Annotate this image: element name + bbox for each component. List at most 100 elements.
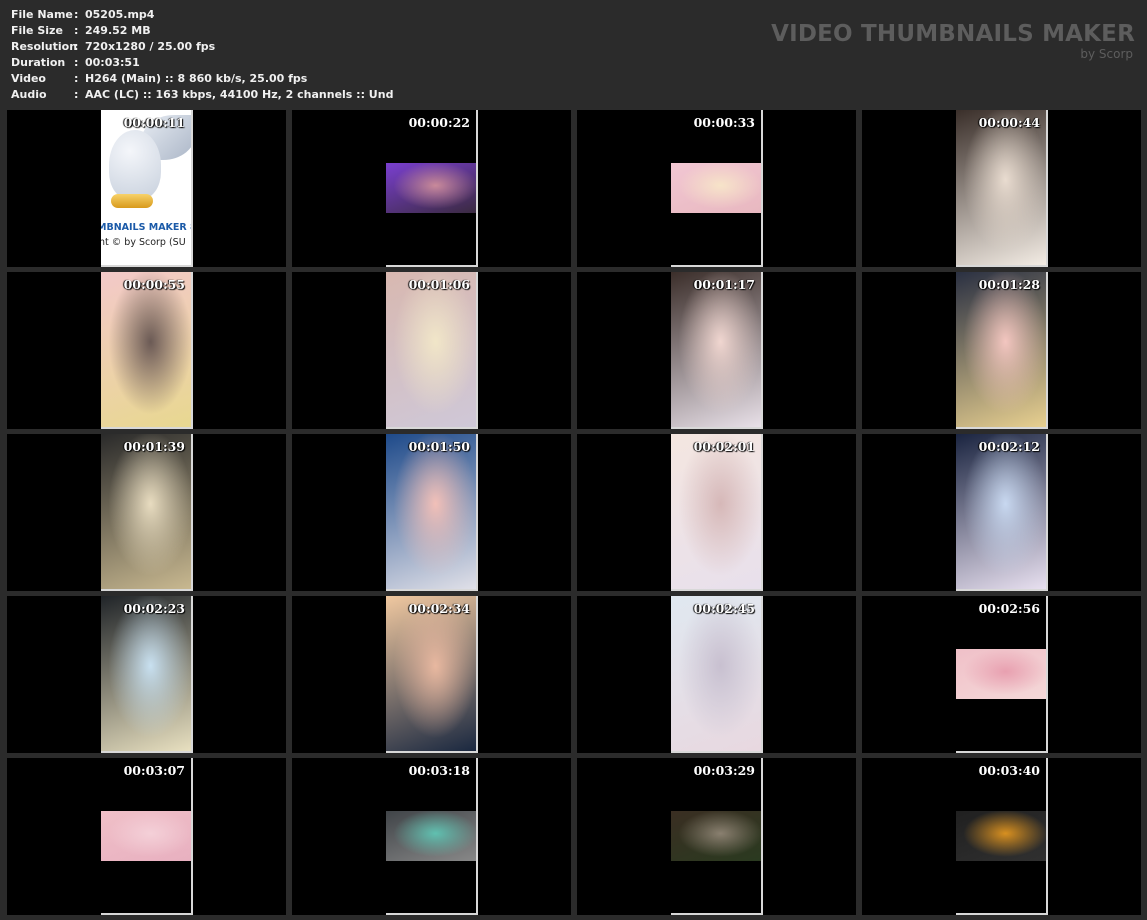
timestamp: 00:02:56 — [978, 601, 1040, 616]
timestamp: 00:00:33 — [693, 115, 755, 130]
header: File Name:05205.mp4 File Size:249.52 MB Re… — [0, 0, 1147, 107]
timestamp: 00:02:23 — [123, 601, 185, 616]
thumbnail: 00:02:45 — [671, 596, 763, 753]
video-frame — [956, 434, 1046, 589]
video-frame — [956, 649, 1046, 699]
thumbnail-cell: 00:02:01 — [577, 434, 856, 591]
thumbnail: 00:01:06 — [386, 272, 478, 429]
info-row: File Size:249.52 MB — [11, 23, 393, 39]
thumbnail-cell: 00:02:56 — [862, 596, 1141, 753]
timestamp: 00:01:28 — [978, 277, 1040, 292]
thumbnail-cell: 00:01:28 — [862, 272, 1141, 429]
video-frame — [386, 272, 476, 427]
info-row: Video: H264 (Main) :: 8 860 kb/s, 25.00 f… — [11, 71, 393, 87]
info-separator: : — [74, 24, 79, 37]
info-value: 05205.mp4 — [85, 8, 155, 21]
info-key: Video — [11, 72, 46, 85]
logo: VIDEO THUMBNAILS MAKER by Scorp — [771, 20, 1135, 60]
info-key: Duration — [11, 56, 66, 69]
info-separator: : — [74, 56, 79, 69]
thumbnail: 00:00:22 — [386, 110, 478, 267]
thumbnail-cell: 00:00:55 — [7, 272, 286, 429]
info-row: File Name:05205.mp4 — [11, 7, 393, 23]
video-frame — [671, 596, 761, 751]
thumbnail-cell: 00:00:33 — [577, 110, 856, 267]
thumbnail: 00:00:33 — [671, 110, 763, 267]
video-frame — [101, 272, 191, 427]
timestamp: 00:03:18 — [408, 763, 470, 778]
info-row: Audio: AAC (LC) :: 163 kbps, 44100 Hz, 2 … — [11, 87, 393, 103]
thumbnail-cell: 00:01:17 — [577, 272, 856, 429]
video-frame — [671, 272, 761, 427]
timestamp: 00:02:01 — [693, 439, 755, 454]
thumbnail-cell: 00:02:12 — [862, 434, 1141, 591]
thumbnail-cell: 00:02:23 — [7, 596, 286, 753]
video-frame — [386, 434, 476, 589]
timestamp: 00:01:06 — [408, 277, 470, 292]
video-frame — [386, 163, 476, 213]
info-value: 720x1280 / 25.00 fps — [85, 40, 216, 53]
info-row: Resolution:720x1280 / 25.00 fps — [11, 39, 393, 55]
info-key: Audio — [11, 88, 47, 101]
info-key: Resolution — [11, 40, 78, 53]
thumbnail: 00:00:44 — [956, 110, 1048, 267]
thumbnail-grid: MBNAILS MAKER 8 nt © by Scorp (SU 00:00:11… — [7, 110, 1141, 915]
video-frame — [956, 110, 1046, 265]
info-separator: : — [74, 8, 79, 21]
timestamp: 00:00:22 — [408, 115, 470, 130]
timestamp: 00:00:44 — [978, 115, 1040, 130]
info-row: Duration:00:03:51 — [11, 55, 393, 71]
owl-frame-text: MBNAILS MAKER 8 — [101, 222, 193, 233]
timestamp: 00:02:12 — [978, 439, 1040, 454]
thumbnail: MBNAILS MAKER 8 nt © by Scorp (SU 00:00:11 — [101, 110, 193, 267]
file-info: File Name:05205.mp4 File Size:249.52 MB Re… — [11, 7, 393, 103]
thumbnail-cell: 00:01:06 — [292, 272, 571, 429]
thumbnail: 00:02:12 — [956, 434, 1048, 591]
owl-frame-text: nt © by Scorp (SU — [101, 237, 186, 248]
video-frame — [671, 434, 761, 589]
thumbnail-cell: 00:02:34 — [292, 596, 571, 753]
video-frame — [671, 811, 761, 861]
logo-subtitle: by Scorp — [1080, 47, 1133, 61]
timestamp: 00:02:45 — [693, 601, 755, 616]
thumbnail: 00:03:18 — [386, 758, 478, 915]
timestamp: 00:01:17 — [693, 277, 755, 292]
video-frame — [386, 811, 476, 861]
thumbnail-cell: 00:01:39 — [7, 434, 286, 591]
thumbnail-cell: 00:03:07 — [7, 758, 286, 915]
timestamp: 00:03:40 — [978, 763, 1040, 778]
info-separator: : — [74, 88, 79, 101]
thumbnail-cell: 00:01:50 — [292, 434, 571, 591]
video-frame — [101, 596, 191, 751]
thumbnail-cell: 00:00:22 — [292, 110, 571, 267]
info-value: AAC (LC) :: 163 kbps, 44100 Hz, 2 channe… — [85, 88, 394, 101]
info-value: 00:03:51 — [85, 56, 140, 69]
info-value: 249.52 MB — [85, 24, 151, 37]
video-frame — [956, 272, 1046, 427]
thumbnail: 00:02:01 — [671, 434, 763, 591]
thumbnail-cell: 00:00:44 — [862, 110, 1141, 267]
logo-title: VIDEO THUMBNAILS MAKER — [771, 21, 1135, 47]
info-separator: : — [74, 40, 79, 53]
thumbnail-cell: 00:03:29 — [577, 758, 856, 915]
thumbnail: 00:01:50 — [386, 434, 478, 591]
video-frame — [101, 434, 191, 589]
video-frame — [671, 163, 761, 213]
thumbnail: 00:03:29 — [671, 758, 763, 915]
thumbnail: 00:02:23 — [101, 596, 193, 753]
timestamp: 00:01:39 — [123, 439, 185, 454]
thumbnail: 00:02:56 — [956, 596, 1048, 753]
thumbnail-cell: 00:02:45 — [577, 596, 856, 753]
timestamp: 00:03:07 — [123, 763, 185, 778]
thumbnail: 00:01:28 — [956, 272, 1048, 429]
timestamp: 00:00:55 — [123, 277, 185, 292]
info-value: H264 (Main) :: 8 860 kb/s, 25.00 fps — [85, 72, 308, 85]
thumbnail-cell: MBNAILS MAKER 8 nt © by Scorp (SU 00:00:11 — [7, 110, 286, 267]
owl-logo-frame: MBNAILS MAKER 8 nt © by Scorp (SU — [101, 110, 191, 265]
thumbnail: 00:00:55 — [101, 272, 193, 429]
thumbnail: 00:02:34 — [386, 596, 478, 753]
timestamp: 00:02:34 — [408, 601, 470, 616]
thumbnail-cell: 00:03:40 — [862, 758, 1141, 915]
video-frame — [956, 811, 1046, 861]
video-frame — [101, 811, 191, 861]
